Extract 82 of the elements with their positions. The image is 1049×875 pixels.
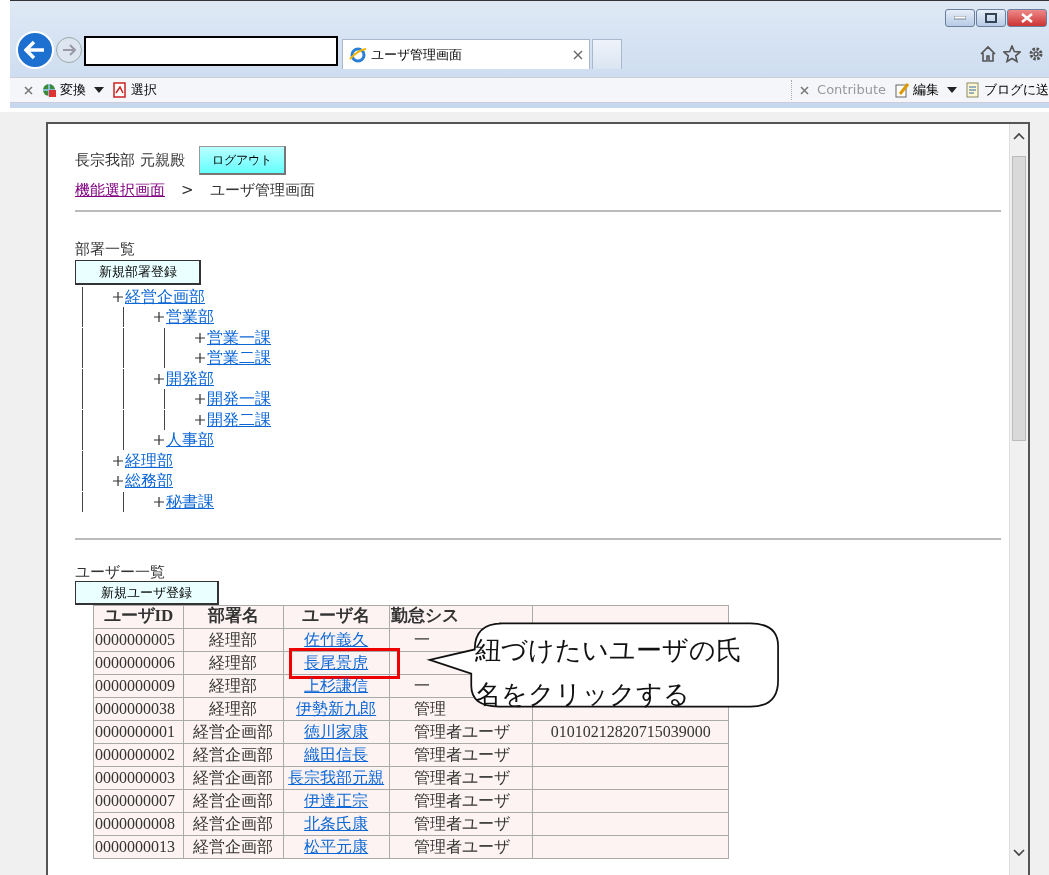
table-cell: 管理者ユーザ [389,766,533,790]
minimize-icon [954,16,966,20]
browser-tab[interactable]: ユーザ管理画面 [342,39,590,69]
caret-icon[interactable] [94,86,104,94]
section-title: 部署一覧 [75,238,136,260]
scrollbar[interactable] [1009,124,1028,875]
home-icon[interactable] [979,45,997,63]
table-cell: 管理者ユーザ [389,835,533,859]
close-icon[interactable] [573,49,583,60]
toolbar-button[interactable]: ブログに送 [965,80,1049,100]
table-cell: 管理者ユーザ [389,812,533,836]
table-cell: 0000000007 [93,789,184,813]
plus-icon [195,394,205,405]
table-cell: 経理部 [183,674,284,698]
table-cell: 経理部 [183,697,284,721]
table-cell: 経営企画部 [183,720,284,744]
plus-icon [113,476,123,487]
logout-button[interactable]: ログアウト [198,146,286,175]
plus-icon [113,455,123,466]
table-cell: 経営企画部 [183,743,284,767]
breadcrumb-separator: > [181,180,194,201]
column-header: ユーザ名 [283,605,390,629]
table-cell: 経営企画部 [183,812,284,836]
plus-icon [154,312,164,323]
close-icon[interactable] [24,85,33,95]
user-name: 長宗我部 元親殿 [75,150,185,172]
table-cell: 管理者ユーザ [389,743,533,767]
back-button[interactable] [16,31,54,69]
plus-icon [195,414,205,425]
column-header: 部署名 [183,605,284,629]
back-arrow-icon [24,40,46,60]
table-cell: 0000000001 [93,720,184,744]
scrollbar-thumb[interactable] [1012,156,1026,441]
globe-icon [41,82,57,98]
plus-icon [154,373,164,384]
scroll-up-icon[interactable] [1013,132,1025,140]
table-cell: 01010212820715039000 [532,720,729,744]
table-cell: 管理者ユーザ [389,789,533,813]
toolbar-button[interactable]: 編集 [894,80,939,100]
document-icon [112,82,128,98]
toolbar-button[interactable]: 変換 [41,80,86,100]
table-cell: 0000000009 [93,674,184,698]
table-cell: 経営企画部 [183,766,284,790]
pencil-icon [894,82,910,98]
table-cell: 経理部 [183,651,284,675]
plus-icon [154,496,164,507]
add-user-button[interactable]: 新規ユーザ登録 [75,580,219,605]
toolbar-button[interactable]: 選択 [112,80,157,100]
caret-icon[interactable] [947,86,957,94]
star-icon[interactable] [1003,45,1021,63]
table-cell: 0000000038 [93,697,184,721]
close-icon [1021,13,1033,23]
browser-icon [349,45,367,64]
section-title: ユーザー一覧 [75,564,166,581]
close-button[interactable] [1007,9,1047,27]
address-field[interactable] [84,36,338,66]
scroll-down-icon[interactable] [1013,849,1025,857]
table-cell: 0000000006 [93,651,184,675]
table-cell: 0000000005 [93,628,184,652]
plus-icon [195,353,205,364]
table-cell: 管理者ユーザ [389,720,533,744]
table-cell: 0000000013 [93,835,184,859]
table-cell: 0000000003 [93,766,184,790]
add-department-button[interactable]: 新規部署登録 [75,260,201,285]
breadcrumb-current: ユーザ管理画面 [209,180,315,201]
table-cell: 経理部 [183,628,284,652]
plus-icon [113,291,123,302]
forward-arrow-icon [62,44,76,56]
callout-text: 紐づけたいユーザの氏 [475,635,742,667]
table-cell: 0000000002 [93,743,184,767]
maximize-icon [985,13,997,23]
table-cell: 経営企画部 [183,789,284,813]
maximize-button[interactable] [976,9,1006,27]
breadcrumb-link[interactable]: 機能選択画面 [75,179,165,202]
column-header: ユーザID [93,605,184,629]
close-icon[interactable] [800,85,810,95]
table-cell: 経営企画部 [183,835,284,859]
page-icon [965,82,981,98]
table-cell: 0000000008 [93,812,184,836]
plus-icon [195,332,205,343]
settings-icon[interactable] [1027,45,1045,63]
plus-icon [154,435,164,446]
